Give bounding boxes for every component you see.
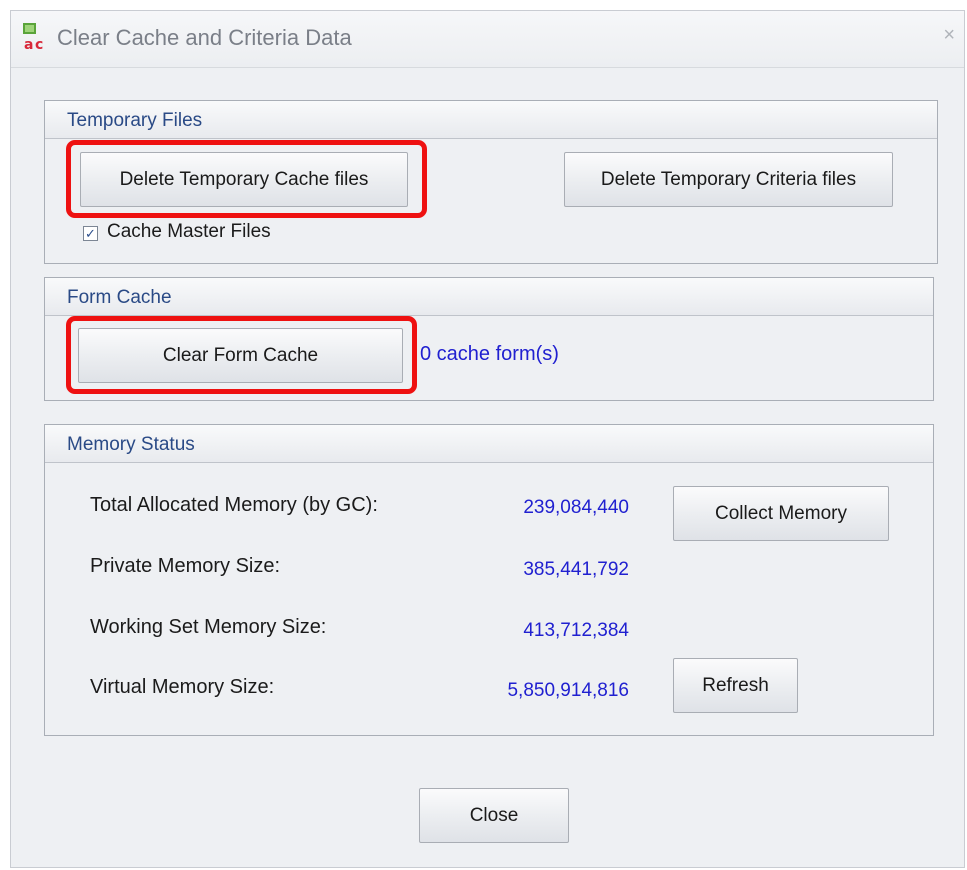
title-bar: a c Clear Cache and Criteria Data × bbox=[11, 11, 964, 68]
cache-form-count: 0 cache form(s) bbox=[420, 343, 559, 365]
memory-status-title: Memory Status bbox=[67, 434, 195, 455]
cache-master-label: Cache Master Files bbox=[107, 221, 271, 242]
delete-cache-files-button[interactable]: Delete Temporary Cache files bbox=[80, 152, 408, 207]
working-set-value: 413,712,384 bbox=[523, 620, 629, 641]
private-memory-value: 385,441,792 bbox=[523, 559, 629, 580]
delete-criteria-files-button[interactable]: Delete Temporary Criteria files bbox=[564, 152, 893, 207]
virtual-memory-value: 5,850,914,816 bbox=[507, 680, 629, 701]
dialog-window: a c Clear Cache and Criteria Data × Temp… bbox=[10, 10, 965, 868]
private-memory-label: Private Memory Size: bbox=[90, 555, 281, 577]
group-header: Form Cache bbox=[45, 278, 933, 316]
group-header: Temporary Files bbox=[45, 101, 937, 139]
total-allocated-label: Total Allocated Memory (by GC): bbox=[90, 494, 378, 516]
memory-status-group: Memory Status Total Allocated Memory (by… bbox=[44, 424, 934, 736]
group-header: Memory Status bbox=[45, 425, 933, 463]
svg-text:c: c bbox=[35, 37, 43, 52]
clear-form-cache-button[interactable]: Clear Form Cache bbox=[78, 328, 403, 383]
window-title: Clear Cache and Criteria Data bbox=[57, 25, 352, 50]
app-icon: a c bbox=[22, 22, 48, 53]
temporary-files-title: Temporary Files bbox=[67, 110, 203, 131]
temporary-files-group: Temporary Files Delete Temporary Cache f… bbox=[44, 100, 938, 264]
virtual-memory-label: Virtual Memory Size: bbox=[90, 676, 275, 698]
close-button[interactable]: Close bbox=[419, 788, 569, 843]
cache-master-checkbox[interactable]: ✓ bbox=[83, 226, 98, 241]
working-set-label: Working Set Memory Size: bbox=[90, 616, 327, 638]
refresh-button[interactable]: Refresh bbox=[673, 658, 798, 713]
svg-text:a: a bbox=[24, 37, 33, 52]
close-icon[interactable]: × bbox=[943, 25, 955, 45]
form-cache-title: Form Cache bbox=[67, 287, 172, 308]
total-allocated-value: 239,084,440 bbox=[523, 497, 629, 518]
collect-memory-button[interactable]: Collect Memory bbox=[673, 486, 889, 541]
form-cache-group: Form Cache Clear Form Cache 0 cache form… bbox=[44, 277, 934, 401]
